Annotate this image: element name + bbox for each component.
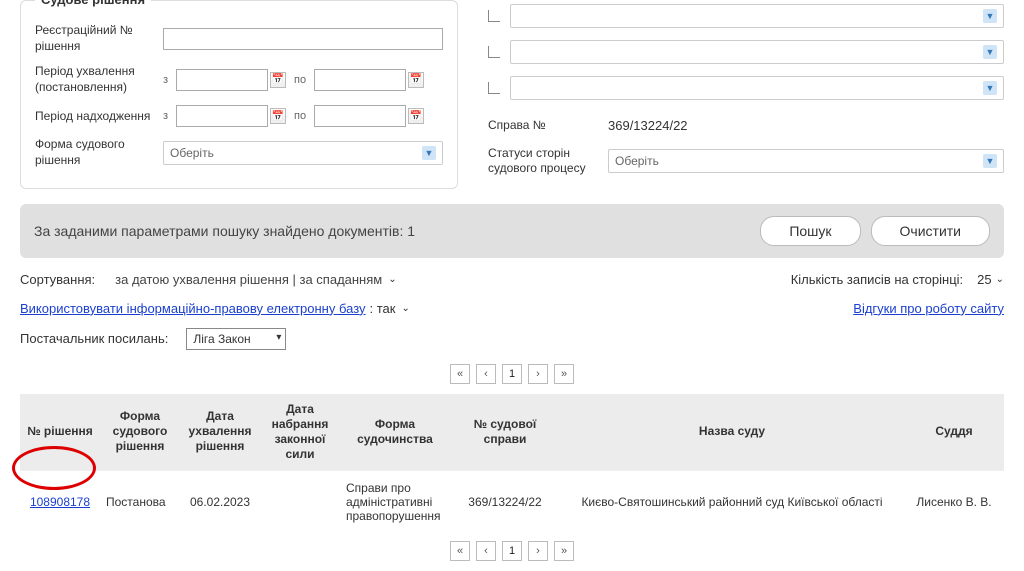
checkbox[interactable] [488,82,500,94]
cell-date-force [260,470,340,533]
right-filters: ▼ ▼ ▼ Справа № 369/13224/22 [478,0,1004,189]
chevron-down-icon: ▼ [983,81,997,95]
chevron-down-icon: ▼ [422,146,436,160]
sort-select[interactable]: за датою ухвалення рішення | за спадання… [115,272,396,287]
period-receipt-label: Період надходження [35,109,155,125]
th-court: Назва суду [560,394,904,471]
reg-no-input[interactable] [163,28,443,50]
period-decision-to-input[interactable] [314,69,406,91]
chevron-down-icon[interactable]: ⌄ [401,303,409,314]
court-decision-fieldset: Судове рішення Реєстраційний № рішення П… [20,0,458,189]
status-label: Статуси сторін судового процесу [488,146,598,177]
chevron-down-icon: ⌄ [388,274,396,285]
po-label: по [294,74,306,86]
results-count-text: За заданими параметрами пошуку знайдено … [34,223,415,239]
cell-case-no: 369/13224/22 [450,470,560,533]
checkbox[interactable] [488,10,500,22]
pager-prev[interactable]: ‹ [476,364,496,384]
pager-first[interactable]: « [450,364,470,384]
results-bar: За заданими параметрами пошуку знайдено … [20,204,1004,258]
perpage-select[interactable]: 25 ⌄ [977,272,1004,287]
checkbox[interactable] [488,46,500,58]
perpage-label: Кількість записів на сторінці: [791,272,963,287]
status-select-value: Оберіть [615,154,659,168]
calendar-icon[interactable]: 📅 [408,72,424,88]
pager-last[interactable]: » [554,541,574,561]
case-no-value: 369/13224/22 [608,118,1004,133]
pager-prev[interactable]: ‹ [476,541,496,561]
period-decision-label: Період ухвалення (постановлення) [35,64,155,95]
sort-value: за датою ухвалення рішення | за спадання… [115,272,382,287]
period-receipt-to-input[interactable] [314,105,406,127]
doc-no-link[interactable]: 108908178 [30,495,90,509]
provider-label: Постачальник посилань: [20,331,168,346]
perpage-value: 25 [977,272,991,287]
form-select[interactable]: Оберіть ▼ [163,141,443,165]
cell-date-decision: 06.02.2023 [180,470,260,533]
form-label: Форма судового рішення [35,137,155,168]
table-row: 108908178 Постанова 06.02.2023 Справи пр… [20,470,1004,533]
calendar-icon[interactable]: 📅 [270,108,286,124]
th-date-decision: Дата ухвалення рішення [180,394,260,471]
provider-select[interactable]: Ліга Закон [186,328,286,350]
right-select-2[interactable]: ▼ [510,40,1004,64]
case-no-label: Справа № [488,118,598,134]
chevron-down-icon: ⌄ [996,274,1004,285]
search-button[interactable]: Пошук [760,216,860,246]
right-select-3[interactable]: ▼ [510,76,1004,100]
chevron-down-icon: ▼ [983,9,997,23]
th-judge: Суддя [904,394,1004,471]
results-table: № рішення Форма судового рішення Дата ух… [20,394,1004,533]
cell-court: Києво-Святошинський районний суд Київськ… [560,470,904,533]
pager-last[interactable]: » [554,364,574,384]
th-proc-form: Форма судочинства [340,394,450,471]
pager-next[interactable]: › [528,364,548,384]
chevron-down-icon: ▼ [983,154,997,168]
th-doc-no: № рішення [20,394,100,471]
pager-page[interactable]: 1 [502,364,522,384]
status-select[interactable]: Оберіть ▼ [608,149,1004,173]
calendar-icon[interactable]: 📅 [270,72,286,88]
reg-no-label: Реєстраційний № рішення [35,23,155,54]
period-receipt-from-input[interactable] [176,105,268,127]
right-select-1[interactable]: ▼ [510,4,1004,28]
cell-judge: Лисенко В. В. [904,470,1004,533]
use-db-suffix: : так [370,301,396,316]
pager-page[interactable]: 1 [502,541,522,561]
sort-label: Сортування: [20,272,95,287]
z-label: з [163,74,168,86]
th-form: Форма судового рішення [100,394,180,471]
po-label: по [294,110,306,122]
th-case-no: № судової справи [450,394,560,471]
pager-bottom: « ‹ 1 › » [20,541,1004,561]
pager-next[interactable]: › [528,541,548,561]
provider-value: Ліга Закон [193,332,250,346]
chevron-down-icon: ▼ [983,45,997,59]
reviews-link[interactable]: Відгуки про роботу сайту [853,301,1004,316]
z-label: з [163,110,168,122]
pager-first[interactable]: « [450,541,470,561]
cell-form: Постанова [100,470,180,533]
th-date-force: Дата набрання законної сили [260,394,340,471]
fieldset-legend: Судове рішення [35,0,151,7]
period-decision-from-input[interactable] [176,69,268,91]
pager-top: « ‹ 1 › » [20,364,1004,384]
cell-proc-form: Справи про адміністративні правопорушенн… [340,470,450,533]
form-select-value: Оберіть [170,146,214,160]
use-db-link[interactable]: Використовувати інформаційно-правову еле… [20,301,366,316]
calendar-icon[interactable]: 📅 [408,108,424,124]
clear-button[interactable]: Очистити [871,216,990,246]
